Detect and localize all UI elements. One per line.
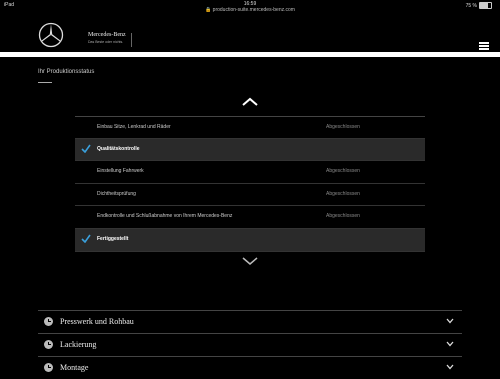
step-label: Einstellung Fahrwerk <box>97 168 144 175</box>
step-row: Dichtheitsprüfung Abgeschlossen <box>75 184 425 207</box>
chevron-down-icon[interactable] <box>446 341 454 347</box>
step-label: Endkontrolle und Schlußabnahme von Ihrem… <box>97 213 233 220</box>
clock-icon <box>44 317 53 326</box>
step-label: Einbau Sitze, Lenkrad und Räder <box>97 124 171 130</box>
check-icon <box>81 144 91 153</box>
accordion-label: Montage <box>60 363 89 372</box>
chevron-up-icon[interactable] <box>241 97 259 107</box>
status-bar: iPad 16:59 🔒 production-suite.mercedes-b… <box>0 0 500 14</box>
check-icon <box>81 234 91 243</box>
step-row: Qualitätskontrolle <box>75 138 425 162</box>
step-status: Abgeschlossen <box>326 168 360 175</box>
brand-tagline: Das Beste oder nichts. <box>88 40 124 44</box>
chevron-down-icon[interactable] <box>446 318 454 324</box>
battery-icon <box>479 2 492 9</box>
accordion-label: Presswerk und Rohbau <box>60 317 134 326</box>
step-row: Einbau Sitze, Lenkrad und Räder Abgeschlo… <box>75 116 425 139</box>
site-header: Mercedes-Benz Das Beste oder nichts. <box>0 14 500 52</box>
step-label: Fertiggestellt <box>97 235 129 242</box>
title-underline <box>38 82 52 83</box>
accordion-item[interactable]: Presswerk und Rohbau <box>38 310 462 333</box>
chevron-down-icon[interactable] <box>241 256 259 266</box>
url-text: production-suite.mercedes-benz.com <box>212 7 295 13</box>
brand-divider <box>131 33 132 47</box>
step-row: Fertiggestellt <box>75 228 425 252</box>
mercedes-star-logo[interactable] <box>38 22 64 48</box>
header-divider <box>0 52 500 57</box>
step-row: Einstellung Fahrwerk Abgeschlossen <box>75 161 425 184</box>
address-bar[interactable]: 🔒 production-suite.mercedes-benz.com <box>0 7 500 13</box>
clock-icon <box>44 340 53 349</box>
step-status: Abgeschlossen <box>326 213 360 220</box>
accordion-item[interactable]: Lackierung <box>38 333 462 356</box>
brand-name: Mercedes-Benz <box>88 32 126 38</box>
production-steps-list: Einbau Sitze, Lenkrad und Räder Abgeschlo… <box>75 116 425 252</box>
menu-icon[interactable] <box>479 42 489 50</box>
step-status: Abgeschlossen <box>326 124 360 130</box>
accordion-item[interactable]: Montage <box>38 356 462 379</box>
accordion-label: Lackierung <box>60 340 97 349</box>
step-row: Endkontrolle und Schlußabnahme von Ihrem… <box>75 206 425 229</box>
chevron-down-icon[interactable] <box>446 364 454 370</box>
clock-icon <box>44 363 53 372</box>
battery-text: 75 % <box>465 2 477 9</box>
battery-indicator: 75 % <box>466 2 492 9</box>
step-label: Qualitätskontrolle <box>97 145 140 152</box>
step-label: Dichtheitsprüfung <box>97 190 136 197</box>
page-title: Ihr Produktionsstatus <box>38 69 95 75</box>
step-status: Abgeschlossen <box>326 190 360 197</box>
